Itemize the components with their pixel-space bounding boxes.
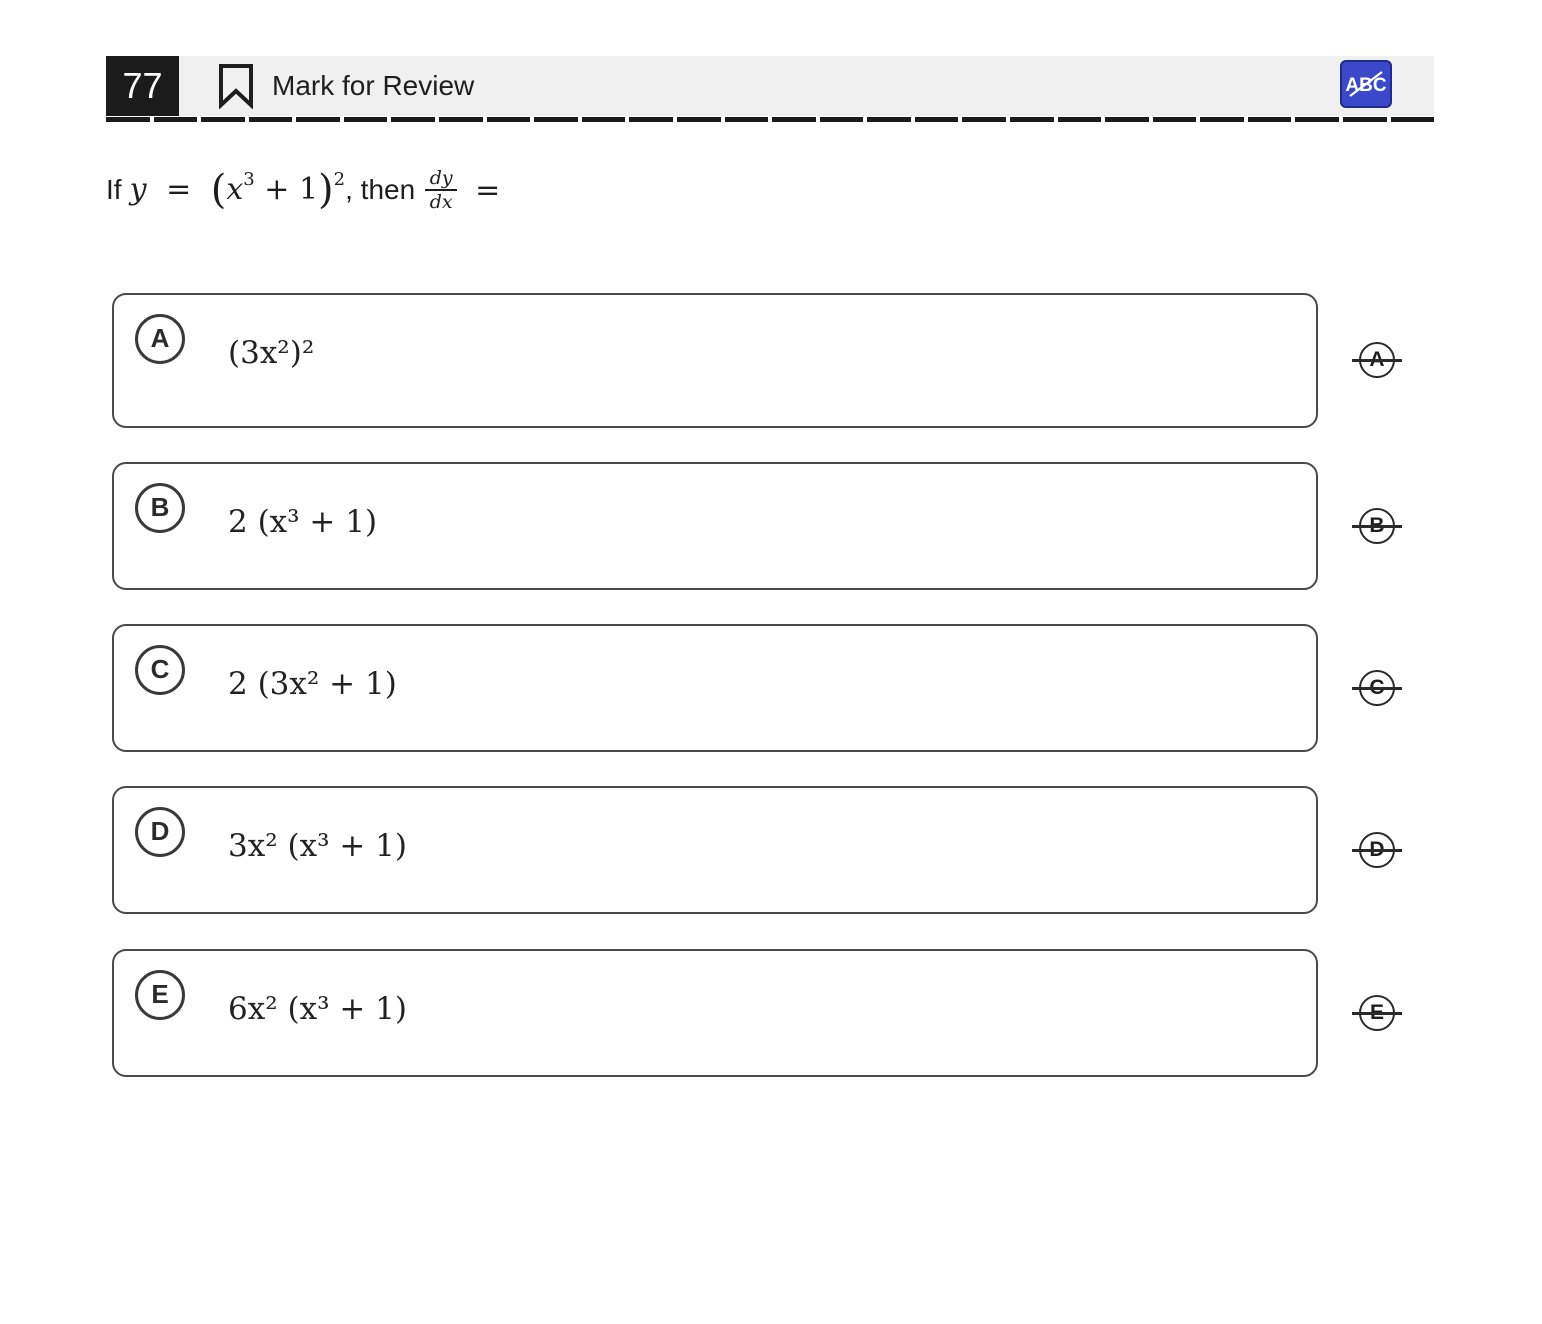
option-letter-c: C: [135, 645, 185, 695]
question-prefix: If: [106, 174, 122, 205]
question-header: 77 Mark for Review ABC: [106, 56, 1434, 116]
option-b-expression: 2 (x³ + 1): [228, 504, 378, 540]
answer-option-c[interactable]: C 2 (3x² + 1): [112, 624, 1318, 752]
question-equals: =: [166, 172, 192, 207]
strikethrough-icon: [1352, 849, 1402, 852]
option-d-expression: 3x² (x³ + 1): [228, 828, 407, 864]
option-a-expression: (3x²)²: [228, 335, 315, 371]
question-mid-text: , then: [345, 174, 416, 205]
mark-for-review-label: Mark for Review: [272, 70, 475, 101]
strikethrough-icon: [1352, 687, 1402, 690]
option-e-expression: 6x² (x³ + 1): [228, 991, 407, 1027]
question-stem: If y = (x3 + 1)2 , then dy dx =: [106, 167, 501, 213]
strikethrough-icon: [1352, 525, 1402, 528]
strikethrough-icon: [1352, 359, 1402, 362]
answer-option-e[interactable]: E 6x² (x³ + 1): [112, 949, 1318, 1077]
derivative-fraction: dy dx: [425, 167, 458, 213]
eliminate-option-d-button[interactable]: D: [1352, 830, 1402, 870]
question-base-var: x: [226, 172, 244, 207]
eliminate-option-c-button[interactable]: C: [1352, 668, 1402, 708]
answer-eliminator-toggle[interactable]: ABC: [1340, 60, 1392, 108]
question-outer-exp: 2: [333, 169, 346, 190]
question-base-exp: 3: [243, 169, 255, 190]
option-c-expression: 2 (3x² + 1): [228, 666, 397, 702]
answer-option-d[interactable]: D 3x² (x³ + 1): [112, 786, 1318, 914]
option-letter-a: A: [135, 314, 185, 364]
abc-strikethrough-icon: ABC: [1345, 71, 1387, 97]
answer-option-a[interactable]: A (3x²)²: [112, 293, 1318, 428]
eliminate-option-b-button[interactable]: B: [1352, 506, 1402, 546]
question-plus-one: + 1: [264, 172, 319, 207]
svg-text:ABC: ABC: [1345, 75, 1386, 96]
progress-dash-row: [106, 117, 1435, 122]
strikethrough-icon: [1352, 1012, 1402, 1015]
option-letter-b: B: [135, 483, 185, 533]
eliminate-option-e-button[interactable]: E: [1352, 993, 1402, 1033]
question-variable: y: [129, 172, 147, 207]
question-number: 77: [106, 56, 179, 116]
fraction-denominator: dx: [429, 190, 453, 213]
option-letter-e: E: [135, 970, 185, 1020]
answer-option-b[interactable]: B 2 (x³ + 1): [112, 462, 1318, 590]
option-letter-d: D: [135, 807, 185, 857]
eliminate-option-a-button[interactable]: A: [1352, 340, 1402, 380]
fraction-numerator: dy: [429, 167, 453, 190]
mark-for-review-button[interactable]: Mark for Review: [218, 62, 474, 110]
bookmark-icon: [219, 64, 253, 109]
question-tail-equals: =: [475, 172, 501, 208]
